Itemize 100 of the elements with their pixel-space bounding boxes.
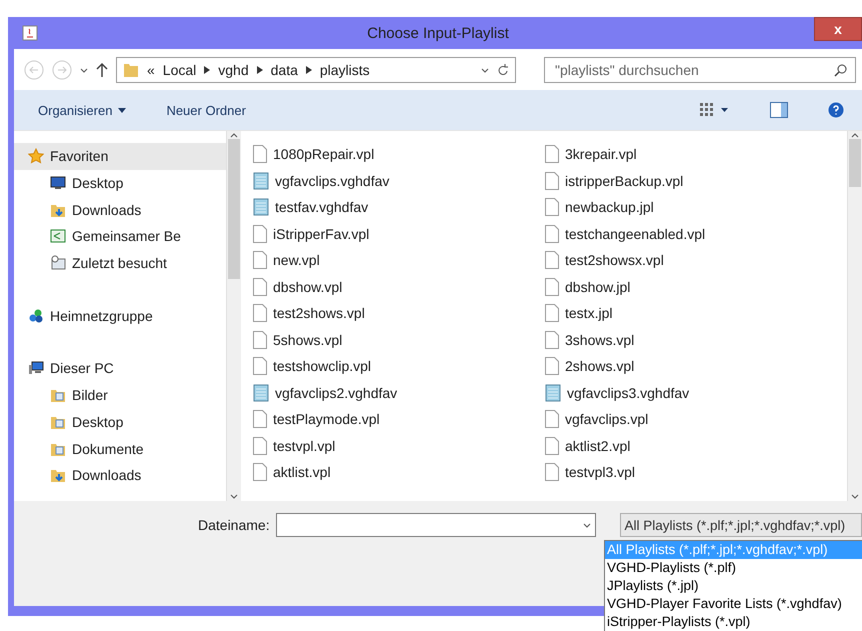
file-item[interactable]: 3krepair.vpl — [545, 141, 847, 168]
document-icon — [545, 251, 559, 270]
folder-icon — [123, 62, 139, 78]
file-item[interactable]: testvpl.vpl — [253, 432, 545, 459]
file-item[interactable]: newbackup.jpl — [545, 194, 847, 220]
scroll-thumb[interactable] — [228, 139, 240, 279]
file-item[interactable]: testfav.vghdfav — [253, 194, 545, 220]
file-item[interactable]: vgfavclips.vpl — [545, 406, 847, 432]
file-item[interactable]: vgfavclips.vghdfav — [253, 168, 545, 194]
nav-item[interactable]: Zuletzt besucht — [14, 250, 226, 276]
document-icon — [253, 436, 267, 455]
breadcrumb[interactable]: vghd — [218, 62, 249, 78]
chevron-down-icon — [481, 66, 489, 74]
nav-item[interactable]: Downloads — [14, 196, 226, 224]
notepad-icon — [253, 198, 269, 216]
document-icon — [253, 410, 267, 428]
file-item[interactable]: iStripperFav.vpl — [253, 220, 545, 247]
breadcrumb[interactable]: data — [270, 62, 298, 78]
file-item[interactable]: aktlist.vpl — [253, 459, 545, 486]
computer-icon — [28, 360, 44, 376]
file-item[interactable]: istripperBackup.vpl — [545, 168, 847, 194]
chevron-icon — [306, 66, 312, 74]
folder-icon — [50, 387, 66, 404]
filename-label: Dateiname: — [198, 517, 270, 533]
document-icon — [253, 224, 267, 243]
nav-item[interactable]: Desktop — [14, 408, 226, 436]
scroll-up-icon — [851, 131, 859, 139]
file-item[interactable]: test2showsx.vpl — [545, 247, 847, 274]
file-item[interactable]: vgfavclips2.vghdfav — [253, 380, 545, 406]
search-field[interactable]: "playlists" durchsuchen — [544, 56, 856, 82]
nav-item[interactable]: Favoriten — [14, 143, 226, 170]
filename-field[interactable] — [276, 513, 596, 537]
document-icon — [253, 330, 267, 349]
file-type-select[interactable]: All Playlists (*.plf;*.jpl;*.vghdfav;*.vpl) — [620, 513, 862, 537]
refresh-icon[interactable] — [497, 62, 509, 76]
nav-item[interactable]: Downloads — [14, 462, 226, 489]
document-icon — [545, 145, 559, 164]
chevron-icon — [204, 66, 210, 74]
file-item[interactable]: dbshow.jpl — [545, 274, 847, 300]
help-icon[interactable] — [828, 102, 844, 118]
document-icon — [545, 304, 559, 322]
new-folder-button[interactable]: Neuer Ordner — [166, 102, 246, 118]
document-icon — [253, 278, 267, 296]
scroll-down-icon — [851, 493, 859, 501]
file-item[interactable]: testvpl3.vpl — [545, 459, 847, 486]
scrollbar[interactable] — [847, 131, 862, 501]
close-button[interactable]: x — [814, 17, 862, 41]
document-icon — [545, 172, 559, 190]
document-icon — [253, 251, 267, 270]
document-icon — [253, 145, 267, 164]
scrollbar[interactable] — [226, 131, 241, 501]
breadcrumb-overflow[interactable]: « — [147, 62, 155, 78]
file-item[interactable]: testx.jpl — [545, 300, 847, 326]
file-item[interactable]: dbshow.vpl — [253, 274, 545, 300]
view-grid-icon[interactable] — [700, 103, 730, 117]
document-icon — [545, 357, 559, 376]
network-icon — [28, 308, 44, 324]
nav-item[interactable]: Dieser PC — [14, 355, 226, 382]
nav-item[interactable]: Gemeinsamer Be — [14, 223, 226, 250]
notepad-icon — [545, 384, 561, 402]
document-icon — [545, 278, 559, 296]
nav-item[interactable]: Bilder — [14, 382, 226, 408]
document-icon — [545, 224, 559, 243]
preview-pane-icon[interactable] — [770, 102, 788, 118]
recent-icon — [50, 255, 66, 272]
download-icon — [50, 467, 66, 484]
up-arrow-icon[interactable] — [96, 62, 108, 78]
address-bar[interactable]: « Local vghd data playlists — [116, 56, 516, 82]
file-item[interactable]: test2shows.vpl — [253, 300, 545, 326]
monitor-icon — [50, 175, 66, 192]
document-icon — [253, 304, 267, 322]
organize-menu[interactable]: Organisieren — [38, 102, 126, 118]
nav-item[interactable]: Dokumente — [14, 435, 226, 462]
document-icon — [253, 357, 267, 376]
document-icon — [253, 463, 267, 482]
nav-item[interactable]: Heimnetzgruppe — [14, 302, 226, 330]
file-item[interactable]: testchangeenabled.vpl — [545, 220, 847, 247]
file-item[interactable]: testPlaymode.vpl — [253, 406, 545, 432]
file-item[interactable]: vgfavclips3.vghdfav — [545, 380, 847, 406]
window-title: Choose Input-Playlist — [366, 24, 510, 42]
file-item[interactable]: testshowclip.vpl — [253, 353, 545, 380]
notepad-icon — [253, 172, 269, 190]
file-item[interactable]: 5shows.vpl — [253, 326, 545, 353]
notepad-icon — [253, 384, 269, 402]
nav-item[interactable]: Desktop — [14, 170, 226, 196]
caret-icon — [118, 108, 126, 112]
file-item[interactable]: new.vpl — [253, 247, 545, 274]
file-item[interactable]: 2shows.vpl — [545, 353, 847, 380]
breadcrumb[interactable]: playlists — [320, 62, 370, 78]
document-icon — [545, 198, 559, 216]
app-icon — [22, 25, 38, 41]
search-icon[interactable] — [834, 62, 848, 76]
file-item[interactable]: aktlist2.vpl — [545, 432, 847, 459]
share-icon — [50, 228, 66, 244]
file-item[interactable]: 1080pRepair.vpl — [253, 141, 545, 168]
scroll-up-icon — [230, 131, 238, 139]
file-item[interactable]: 3shows.vpl — [545, 326, 847, 353]
scroll-thumb[interactable] — [849, 139, 861, 187]
breadcrumb[interactable]: Local — [162, 62, 196, 78]
document-icon — [545, 463, 559, 482]
